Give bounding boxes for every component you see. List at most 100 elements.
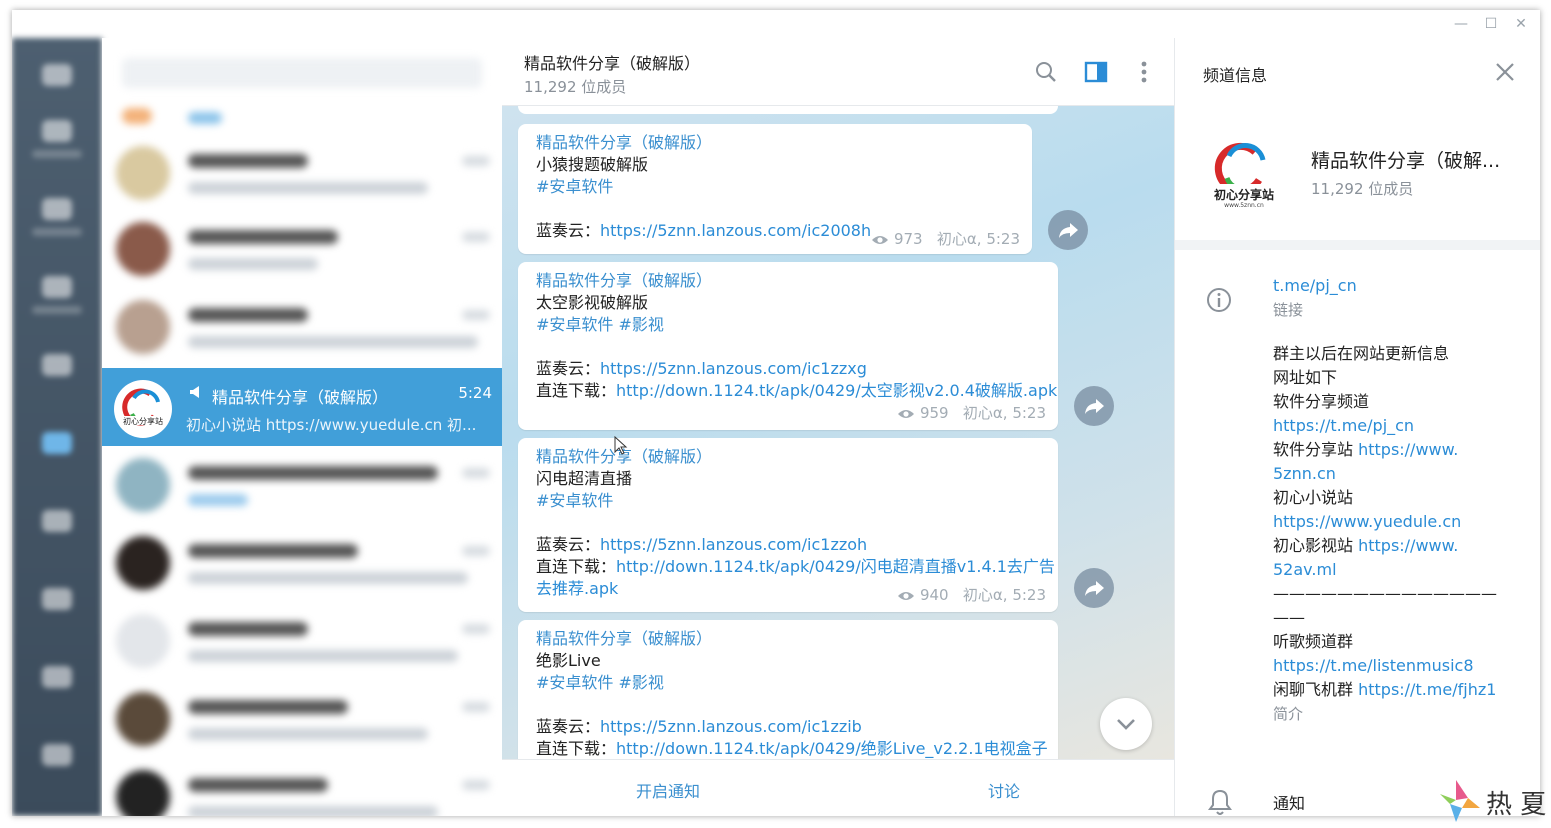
scroll-to-bottom-button[interactable] <box>1100 698 1152 750</box>
chat-item[interactable] <box>102 758 502 816</box>
description-link[interactable]: https://www.yuedule.cn <box>1273 510 1513 534</box>
share-arrow-icon <box>1059 223 1078 238</box>
description-line: 网址如下 <box>1273 368 1338 387</box>
folder-icon[interactable] <box>42 354 72 376</box>
views-icon <box>898 591 915 600</box>
minimize-button[interactable]: — <box>1450 14 1472 34</box>
lanzou-link[interactable]: https://5znn.lanzous.com/ic1zzib <box>600 717 862 736</box>
channel-info-panel: 频道信息 初心分享站 www.5znn.cn 精品软件分享（破解... 11,2… <box>1174 38 1540 816</box>
message-bubble[interactable]: 精品软件分享（破解版） 绝影Live #安卓软件 #影视 蓝奏云：https:/… <box>518 620 1058 759</box>
forward-button[interactable] <box>1048 210 1088 250</box>
lanzou-link[interactable]: https://5znn.lanzous.com/ic2008h <box>600 221 871 240</box>
forward-button[interactable] <box>1074 386 1114 426</box>
lanzou-link[interactable]: https://5znn.lanzous.com/ic1zzoh <box>600 535 867 554</box>
search-icon[interactable] <box>1032 58 1060 86</box>
channel-title[interactable]: 精品软件分享（破解版） <box>524 50 700 74</box>
forward-button[interactable] <box>1074 568 1114 608</box>
folder-icon[interactable] <box>42 120 72 142</box>
folder-icon[interactable] <box>42 198 72 220</box>
maximize-button[interactable]: ☐ <box>1480 14 1502 34</box>
watermark-logo: 热 夏 <box>1436 778 1546 824</box>
description-line: 听歌频道群 <box>1273 632 1354 651</box>
chat-item[interactable] <box>102 602 502 678</box>
link-label: 链接 <box>1273 301 1304 319</box>
description-line: 软件分享频道 <box>1273 392 1370 411</box>
chat-item[interactable] <box>102 524 502 600</box>
message-bubble[interactable]: 精品软件分享（破解版） 闪电超清直播 #安卓软件 蓝奏云：https://5zn… <box>518 438 1058 612</box>
message-author[interactable]: 精品软件分享（破解版） <box>536 628 1042 650</box>
description-line: 初心小说站 <box>1273 488 1354 507</box>
folder-icon[interactable] <box>42 744 72 766</box>
description-link[interactable]: https://t.me/pj_cn <box>1273 414 1513 438</box>
hashtag[interactable]: #安卓软件 #影视 <box>536 672 1042 694</box>
search-input[interactable] <box>122 58 482 88</box>
direct-download-link[interactable]: http://down.1124.tk/apk/0429/绝影Live_v2.2… <box>616 739 1048 758</box>
message-signature: 初心α, 5:23 <box>936 230 1020 248</box>
views-count: 973 <box>893 230 923 248</box>
chat-header[interactable]: 精品软件分享（破解版） 11,292 位成员 <box>502 38 1174 106</box>
sidebar-toggle-icon[interactable] <box>1082 58 1110 86</box>
telegram-window: — ☐ ✕ 初心分享站 精品软件分享（破解版） 5:24 初心小说站 https… <box>12 10 1540 816</box>
enable-notifications-button[interactable]: 开启通知 <box>636 778 700 802</box>
description-line: —— <box>1273 608 1305 627</box>
chat-item-active[interactable]: 初心分享站 精品软件分享（破解版） 5:24 初心小说站 https://www… <box>102 368 502 446</box>
description-link[interactable]: https://www. <box>1358 440 1458 459</box>
chat-item[interactable] <box>102 134 502 210</box>
direct-download-label: 直连下载： <box>536 739 617 758</box>
message-meta: 940 初心α, 5:23 <box>897 584 1046 606</box>
chat-time: 5:24 <box>458 384 492 402</box>
views-count: 940 <box>919 586 949 604</box>
chat-list: 初心分享站 精品软件分享（破解版） 5:24 初心小说站 https://www… <box>102 38 502 816</box>
logo-subtext: www.5znn.cn <box>1224 202 1264 209</box>
hashtag[interactable]: #安卓软件 <box>536 176 1016 198</box>
share-arrow-icon <box>1085 581 1104 596</box>
direct-download-link[interactable]: http://down.1124.tk/apk/0429/太空影视v2.0.4破… <box>616 381 1057 400</box>
message-author[interactable]: 精品软件分享（破解版） <box>536 132 1016 154</box>
chat-item[interactable] <box>102 680 502 756</box>
channel-logo[interactable]: 初心分享站 www.5znn.cn <box>1199 128 1289 218</box>
hashtag[interactable]: #安卓软件 #影视 <box>536 314 1042 336</box>
message-bubble[interactable]: 精品软件分享（破解版） 小猿搜题破解版 #安卓软件 蓝奏云：https://5z… <box>518 124 1032 254</box>
menu-icon[interactable] <box>42 64 72 86</box>
chat-item[interactable] <box>102 446 502 522</box>
message-list[interactable]: 精品软件分享（破解版） 小猿搜题破解版 #安卓软件 蓝奏云：https://5z… <box>502 106 1174 759</box>
close-window-button[interactable]: ✕ <box>1510 14 1532 34</box>
channels-folder-icon[interactable] <box>42 432 72 454</box>
direct-download-link[interactable]: http://down.1124.tk/apk/0429/闪电超清直播v1.4.… <box>616 557 1055 576</box>
chat-item[interactable] <box>102 210 502 286</box>
description-link[interactable]: https://t.me/fjhz1 <box>1358 680 1496 699</box>
notifications-label[interactable]: 通知 <box>1273 790 1305 814</box>
lanzou-label: 蓝奏云： <box>536 359 601 378</box>
folder-icon[interactable] <box>42 588 72 610</box>
message-title: 小猿搜题破解版 <box>536 155 649 174</box>
channel-details: t.me/pj_cn 链接 群主以后在网站更新信息 网址如下 软件分享频道 ht… <box>1273 274 1513 726</box>
views-count: 959 <box>919 404 949 422</box>
message-author[interactable]: 精品软件分享（破解版） <box>536 270 1042 292</box>
message-bubble[interactable]: 精品软件分享（破解版） 太空影视破解版 #安卓软件 #影视 蓝奏云：https:… <box>518 262 1058 430</box>
channel-link[interactable]: t.me/pj_cn <box>1273 274 1513 298</box>
hashtag[interactable]: #安卓软件 <box>536 490 1042 512</box>
description-line: 闲聊飞机群 <box>1273 680 1359 699</box>
description-link[interactable]: https://t.me/listenmusic8 <box>1273 654 1513 678</box>
discuss-button[interactable]: 讨论 <box>988 778 1020 802</box>
chat-preview: 初心小说站 https://www.yuedule.cn 初... <box>186 416 477 434</box>
chat-item[interactable] <box>102 288 502 364</box>
views-icon <box>898 409 915 418</box>
lanzou-label: 蓝奏云： <box>536 221 601 240</box>
more-options-icon[interactable] <box>1130 58 1158 86</box>
close-icon[interactable] <box>1491 58 1519 86</box>
folder-icon[interactable] <box>42 510 72 532</box>
message-author[interactable]: 精品软件分享（破解版） <box>536 446 1042 468</box>
svg-text:初心分享站: 初心分享站 <box>123 416 163 426</box>
description-link[interactable]: 5znn.cn <box>1273 462 1513 486</box>
info-panel-title: 频道信息 <box>1203 66 1268 85</box>
message-title: 闪电超清直播 <box>536 469 633 488</box>
folder-icon[interactable] <box>42 276 72 298</box>
watermark-text: 热 夏 <box>1486 790 1547 820</box>
folder-icon[interactable] <box>42 666 72 688</box>
lanzou-link[interactable]: https://5znn.lanzous.com/ic1zzxg <box>600 359 867 378</box>
views-icon <box>872 235 889 244</box>
message-title: 太空影视破解版 <box>536 293 649 312</box>
description-link[interactable]: https://www. <box>1358 536 1458 555</box>
description-link[interactable]: 52av.ml <box>1273 558 1513 582</box>
